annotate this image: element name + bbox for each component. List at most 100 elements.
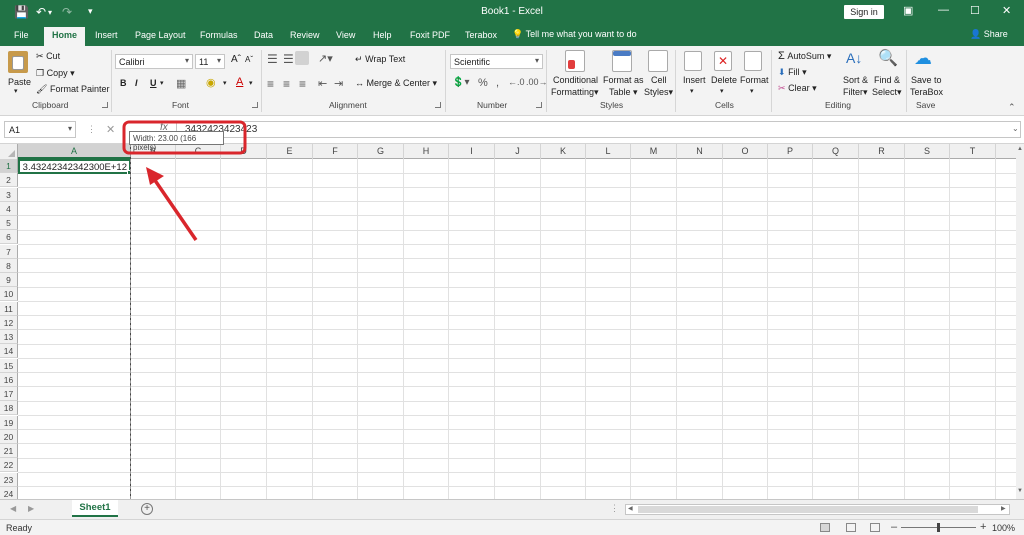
- row-header-21[interactable]: 21: [0, 444, 18, 458]
- terabox-cloud-icon[interactable]: ☁: [914, 48, 932, 69]
- autosum-button[interactable]: Σ AutoSum ▾: [778, 50, 831, 62]
- number-launcher-icon[interactable]: [536, 102, 542, 108]
- row-header-19[interactable]: 19: [0, 415, 18, 430]
- tab-file[interactable]: File: [14, 30, 29, 40]
- collapse-ribbon-icon[interactable]: ⌃: [1008, 102, 1016, 113]
- column-header-m[interactable]: M: [631, 144, 677, 159]
- column-header-o[interactable]: O: [723, 144, 768, 159]
- insert-dropdown-icon[interactable]: ▾: [690, 87, 694, 95]
- column-header-a[interactable]: A: [18, 144, 131, 159]
- row-header-13[interactable]: 13: [0, 330, 18, 344]
- paste-dropdown-icon[interactable]: ▾: [14, 87, 18, 95]
- accounting-format-icon[interactable]: 💲▾: [452, 77, 469, 88]
- zoom-out-button[interactable]: –: [891, 521, 897, 533]
- wrap-text-button[interactable]: ↵ Wrap Text: [355, 54, 405, 65]
- delete-button[interactable]: Delete: [711, 75, 737, 85]
- tell-me-search[interactable]: 💡 Tell me what you want to do: [512, 29, 637, 40]
- sort-filter-line2[interactable]: Filter▾: [843, 87, 868, 98]
- increase-decimal-icon[interactable]: ←.0: [508, 77, 525, 87]
- decrease-indent-icon[interactable]: ⇤: [318, 77, 327, 90]
- row-header-4[interactable]: 4: [0, 201, 18, 216]
- find-select-line1[interactable]: Find &: [874, 75, 900, 85]
- middle-align-icon[interactable]: ☰: [283, 52, 294, 66]
- tab-view[interactable]: View: [336, 30, 355, 40]
- tab-review[interactable]: Review: [290, 30, 320, 40]
- borders-icon[interactable]: ▦: [176, 77, 186, 90]
- underline-dropdown-icon[interactable]: ▾: [160, 79, 164, 87]
- copy-button[interactable]: ❐ Copy ▾: [36, 68, 75, 79]
- format-button[interactable]: Format: [740, 75, 769, 85]
- name-box[interactable]: A1: [4, 121, 76, 138]
- column-header-i[interactable]: I: [449, 144, 495, 159]
- zoom-in-button[interactable]: +: [980, 521, 986, 533]
- normal-view-icon[interactable]: [820, 523, 830, 532]
- zoom-slider-thumb[interactable]: [937, 523, 940, 532]
- column-header-k[interactable]: K: [541, 144, 586, 159]
- font-color-icon[interactable]: A: [236, 76, 243, 88]
- row-header-17[interactable]: 17: [0, 387, 18, 401]
- scroll-right-icon[interactable]: ▶: [1001, 505, 1006, 512]
- tab-foxit-pdf[interactable]: Foxit PDF: [410, 30, 450, 40]
- align-right-icon[interactable]: ≡: [299, 77, 306, 91]
- paste-button[interactable]: Paste: [8, 77, 31, 87]
- conditional-formatting-line2[interactable]: Formatting▾: [551, 87, 599, 98]
- cancel-formula-icon[interactable]: ✕: [106, 123, 115, 136]
- row-header-9[interactable]: 9: [0, 273, 18, 287]
- clipboard-launcher-icon[interactable]: [102, 102, 108, 108]
- column-header-d[interactable]: D: [221, 144, 267, 159]
- row-header-23[interactable]: 23: [0, 472, 18, 487]
- align-left-icon[interactable]: ≡: [267, 77, 274, 91]
- column-header-s[interactable]: S: [905, 144, 950, 159]
- horizontal-scrollbar[interactable]: ◀ ▶: [625, 504, 1010, 515]
- row-header-22[interactable]: 22: [0, 458, 18, 473]
- add-sheet-icon[interactable]: +: [141, 503, 153, 515]
- cell-styles-icon[interactable]: [648, 50, 668, 72]
- ribbon-display-icon[interactable]: ▣: [903, 4, 913, 17]
- scroll-up-icon[interactable]: ▲: [1017, 146, 1023, 152]
- format-as-table-line2[interactable]: Table ▾: [609, 87, 638, 98]
- zoom-level[interactable]: 100%: [992, 523, 1015, 533]
- clear-button[interactable]: ✂ Clear ▾: [778, 83, 817, 94]
- comma-style-button[interactable]: ,: [496, 77, 499, 89]
- fill-color-dropdown-icon[interactable]: ▾: [223, 79, 227, 87]
- column-header-h[interactable]: H: [404, 144, 449, 159]
- find-select-line2[interactable]: Select▾: [872, 87, 902, 98]
- sheet-tab-sheet1[interactable]: Sheet1: [72, 500, 118, 517]
- vertical-scrollbar[interactable]: ▲ ▼: [1016, 144, 1024, 499]
- row-header-16[interactable]: 16: [0, 372, 18, 387]
- bold-button[interactable]: B: [120, 78, 127, 88]
- row-header-2[interactable]: 2: [0, 173, 18, 188]
- cell-a1[interactable]: 3.43242342342300E+12: [18, 159, 132, 175]
- sort-filter-line1[interactable]: Sort &: [843, 75, 868, 85]
- column-header-f[interactable]: F: [313, 144, 358, 159]
- row-header-18[interactable]: 18: [0, 401, 18, 416]
- center-icon[interactable]: ≡: [283, 77, 290, 91]
- conditional-formatting-line1[interactable]: Conditional: [553, 75, 598, 85]
- format-painter-button[interactable]: 🖌 Format Painter: [36, 84, 109, 95]
- tab-data[interactable]: Data: [254, 30, 273, 40]
- font-color-dropdown-icon[interactable]: ▾: [249, 79, 253, 87]
- italic-button[interactable]: I: [135, 78, 138, 88]
- select-all-button[interactable]: [0, 144, 18, 159]
- tab-formulas[interactable]: Formulas: [200, 30, 238, 40]
- row-header-24[interactable]: 24: [0, 486, 18, 499]
- expand-formula-bar-icon[interactable]: ⌄: [1012, 124, 1019, 133]
- scroll-down-icon[interactable]: ▼: [1017, 488, 1023, 494]
- sheet-next-icon[interactable]: ▶: [28, 504, 34, 513]
- column-header-t[interactable]: T: [950, 144, 996, 159]
- tab-help[interactable]: Help: [373, 30, 392, 40]
- shrink-font-icon[interactable]: Aˇ: [245, 55, 253, 64]
- share-button[interactable]: 👤 Share: [970, 29, 1008, 40]
- row-header-14[interactable]: 14: [0, 344, 18, 359]
- font-launcher-icon[interactable]: [252, 102, 258, 108]
- page-layout-view-icon[interactable]: [846, 523, 856, 532]
- underline-button[interactable]: U: [150, 78, 157, 88]
- row-header-10[interactable]: 10: [0, 287, 18, 302]
- number-format-select[interactable]: Scientific: [450, 54, 543, 69]
- column-header-q[interactable]: Q: [813, 144, 859, 159]
- format-as-table-line1[interactable]: Format as: [603, 75, 644, 85]
- column-header-c[interactable]: C: [176, 144, 221, 159]
- row-header-7[interactable]: 7: [0, 244, 18, 259]
- tab-page-layout[interactable]: Page Layout: [135, 30, 186, 40]
- column-header-l[interactable]: L: [586, 144, 631, 159]
